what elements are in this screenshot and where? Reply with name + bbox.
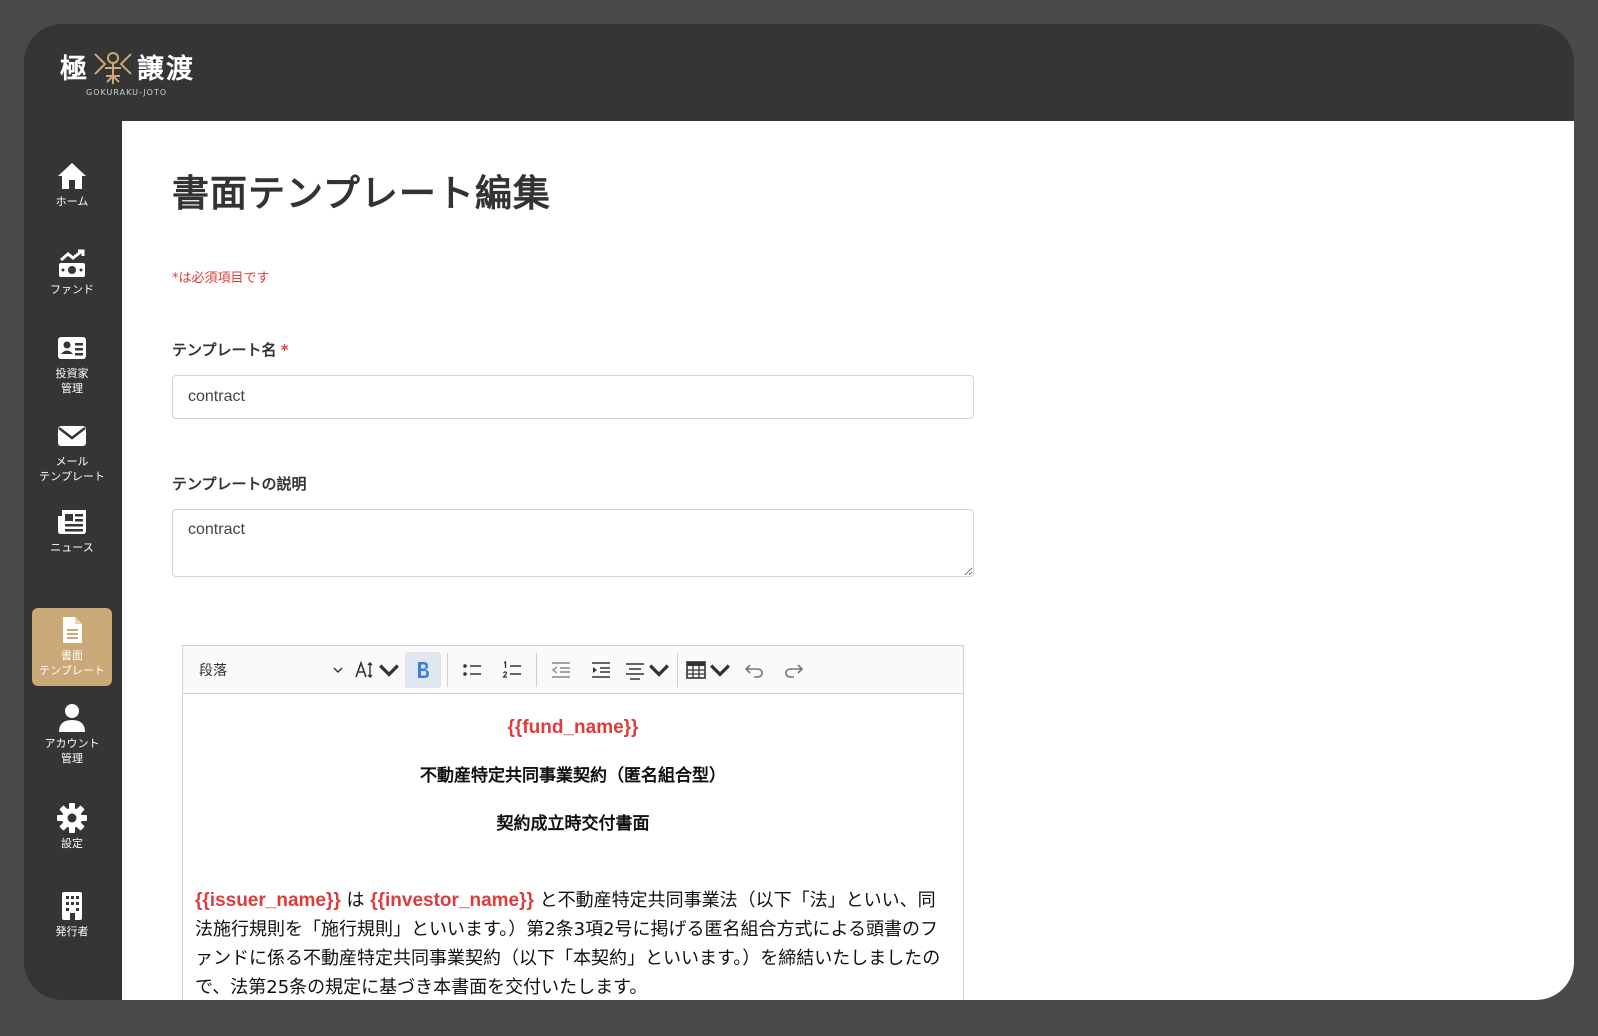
placeholder-token: {{fund_name}}: [507, 717, 639, 738]
numbered-list-icon: [502, 660, 521, 678]
outdent-button[interactable]: [543, 652, 579, 688]
money-chart-icon: [59, 249, 85, 277]
sidebar-item-label: ファンド: [50, 283, 94, 296]
text-align-button[interactable]: [623, 652, 671, 688]
template-name-label-text: テンプレート名: [172, 341, 277, 359]
align-center-icon: [626, 662, 644, 680]
chevron-down-icon: [649, 663, 669, 677]
newspaper-icon: [58, 510, 86, 534]
body-text: は: [340, 890, 371, 911]
font-size-button[interactable]: [353, 652, 401, 688]
logo[interactable]: 極 譲渡 GOKURAKU-JOTO: [60, 46, 210, 102]
sidebar-item-investors[interactable]: 投資家 管理: [32, 326, 112, 396]
editor-toolbar: 段落: [183, 646, 963, 694]
toolbar-separator: [447, 652, 448, 687]
sidebar-item-home[interactable]: ホーム: [32, 154, 112, 209]
font-size-icon: [355, 660, 373, 678]
indent-icon: [592, 661, 610, 678]
bulleted-list-button[interactable]: [454, 652, 490, 688]
redo-icon: [785, 663, 804, 678]
indent-button[interactable]: [583, 652, 619, 688]
placeholder-token: {{investor_name}}: [370, 890, 534, 911]
document-icon: [63, 617, 82, 643]
sidebar-item-label: 書面 テンプレート: [39, 649, 105, 677]
undo-icon: [744, 663, 763, 678]
sidebar-item-label: メール テンプレート: [39, 455, 105, 483]
required-note: *は必須項目です: [172, 271, 270, 286]
chevron-down-icon: [333, 666, 343, 673]
bold-button[interactable]: [405, 651, 441, 688]
sidebar-item-label: ホーム: [55, 195, 89, 208]
toolbar-separator: [677, 652, 678, 687]
home-icon: [58, 163, 86, 189]
redo-button[interactable]: [776, 652, 812, 688]
sidebar-item-document-template[interactable]: 書面 テンプレート: [32, 608, 112, 686]
sidebar-item-label: 発行者: [55, 925, 89, 938]
building-icon: [62, 892, 82, 920]
envelope-icon: [58, 426, 86, 446]
sidebar-item-issuer[interactable]: 発行者: [32, 884, 112, 939]
user-icon: [59, 704, 85, 732]
contract-heading: 不動産特定共同事業契約（匿名組合型）: [420, 766, 726, 786]
main-content: 書面テンプレート編集 *は必須項目です テンプレート名* テンプレートの説明 c…: [122, 121, 1574, 1000]
sidebar-item-label: 設定: [61, 837, 83, 850]
paragraph-style-select[interactable]: 段落: [191, 653, 351, 687]
bold-icon: [418, 661, 429, 678]
sidebar-item-news[interactable]: ニュース: [32, 500, 112, 555]
undo-button[interactable]: [736, 652, 772, 688]
logo-text-left: 極: [60, 53, 89, 85]
table-icon: [686, 660, 706, 679]
insert-table-button[interactable]: [684, 652, 732, 688]
template-description-input[interactable]: contract: [172, 509, 974, 577]
sidebar-item-label: アカウント 管理: [44, 737, 100, 765]
placeholder-token: {{issuer_name}}: [195, 890, 341, 911]
sidebar-item-account[interactable]: アカウント 管理: [32, 696, 112, 766]
sidebar-item-label: 投資家 管理: [55, 367, 89, 395]
numbered-list-button[interactable]: [494, 652, 530, 688]
sidebar-item-label: ニュース: [50, 541, 94, 554]
sidebar-item-mail-template[interactable]: メール テンプレート: [32, 414, 112, 484]
gear-icon: [57, 803, 87, 833]
toolbar-separator: [536, 652, 537, 687]
chevron-down-icon: [379, 663, 399, 677]
required-mark: *: [280, 341, 289, 359]
id-card-icon: [58, 337, 86, 359]
outdent-icon: [551, 661, 570, 678]
contract-body-paragraph: {{issuer_name}} は {{investor_name}} と不動産…: [195, 886, 951, 1000]
logo-subtitle: GOKURAKU-JOTO: [86, 88, 168, 97]
template-name-label: テンプレート名 *: [172, 339, 288, 360]
chevron-down-icon: [710, 663, 730, 677]
contract-subheading: 契約成立時交付書面: [496, 814, 650, 834]
bulleted-list-icon: [463, 663, 481, 676]
template-name-input[interactable]: [172, 375, 974, 419]
sidebar-item-fund[interactable]: ファンド: [32, 242, 112, 297]
sidebar-item-settings[interactable]: 設定: [32, 796, 112, 851]
logo-text-right: 譲渡: [137, 53, 195, 85]
rich-text-editor: 段落 {{fund_name}} 不動産特定共同事業契約（匿名組合型） 契約成立…: [182, 645, 964, 1000]
editor-content-area[interactable]: {{fund_name}} 不動産特定共同事業契約（匿名組合型） 契約成立時交付…: [183, 694, 963, 1000]
app-window: 極 譲渡 GOKURAKU-JOTO ホーム ファンド 投資家 管理 メール テ…: [24, 24, 1574, 1000]
paragraph-style-label: 段落: [199, 662, 227, 679]
fund-name-placeholder: {{fund_name}}: [195, 714, 951, 742]
page-title: 書面テンプレート編集: [172, 172, 551, 215]
template-description-label: テンプレートの説明: [172, 475, 307, 493]
logo-mark-icon: [94, 52, 132, 84]
